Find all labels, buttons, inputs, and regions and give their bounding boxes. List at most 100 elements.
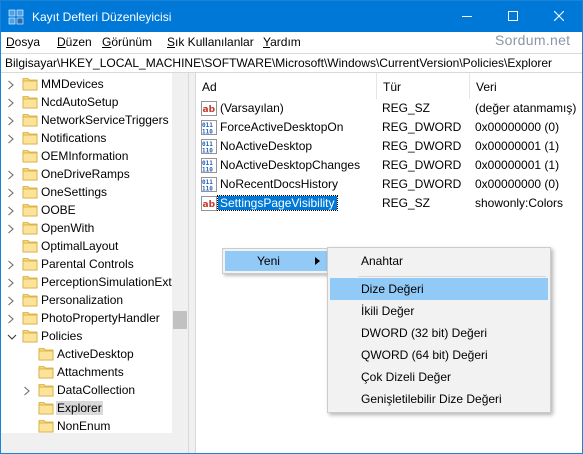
value-row[interactable]: 011 110 ForceActiveDesktopOn REG_DWORD 0x000… [196,118,582,137]
collapsed-chevron-icon[interactable] [7,115,15,126]
submenu-item-expandable-string-value[interactable]: Genişletilebilir Dize Değeri [330,388,548,410]
submenu-item-key[interactable]: Anahtar [330,250,548,272]
tree-node[interactable]: PerceptionSimulationExt [1,273,172,291]
title-bar[interactable]: Kayıt Defteri Düzenleyicisi [1,1,582,32]
menu-bar: Dosya Düzen Görünüm Sık Kullanılanlar Ya… [1,32,582,53]
tree-node[interactable]: OEMInformation [1,147,172,165]
collapsed-chevron-icon[interactable] [23,385,31,396]
key-tree: MMDevices NcdAutoSetup NetworkServiceTrigg… [1,73,188,433]
tree-node[interactable]: MMDevices [1,75,172,93]
maximize-button[interactable] [490,1,536,32]
tree-node[interactable]: Explorer [1,399,172,417]
value-name: ForceActiveDesktopOn [220,120,344,134]
no-expander [7,241,15,251]
folder-icon [22,220,38,235]
submenu-item-binary-value[interactable]: İkili Değer [330,300,548,322]
tree-node[interactable]: Notifications [1,129,172,147]
column-header-type[interactable]: Tür [377,73,470,99]
column-header-name[interactable]: Ad [196,73,377,99]
close-button[interactable] [536,1,582,32]
collapsed-chevron-icon[interactable] [7,205,15,216]
tree-node-label: OEMInformation [41,149,129,163]
tree-node[interactable]: OneSettings [1,183,172,201]
tree-node[interactable]: DataCollection [1,381,172,399]
folder-icon [22,76,38,91]
svg-text:110: 110 [202,129,213,136]
dword-value-icon: 011 110 [201,177,217,193]
minimize-icon [462,16,472,17]
watermark: Sordum.net [495,32,571,48]
submenu-item-multi-string-value[interactable]: Çok Dizeli Değer [330,366,548,388]
tree-node-label: Personalization [41,293,124,307]
svg-text:110: 110 [202,148,213,155]
collapsed-chevron-icon[interactable] [7,313,15,324]
submenu-item-label: DWORD (32 bit) Değeri [361,326,488,340]
maximize-icon [508,11,518,21]
tree-node[interactable]: Personalization [1,291,172,309]
menu-dosya[interactable]: Dosya [6,35,40,49]
menu-gorunum[interactable]: Görünüm [102,35,152,49]
value-row[interactable]: 011 110 NoActiveDesktopChanges REG_DWORD 0x0… [196,156,582,175]
tree-node-label: Explorer [56,401,103,415]
tree-node[interactable]: NonEnum [1,417,172,433]
regedit-window: Kayıt Defteri Düzenleyicisi Dosya Düzen … [0,0,583,454]
tree-node[interactable]: OneDriveRamps [1,165,172,183]
folder-icon [38,382,54,397]
submenu-item-dword-value[interactable]: DWORD (32 bit) Değeri [330,322,548,344]
value-data: 0x00000000 (0) [475,120,560,134]
tree-node-label: Notifications [41,131,107,145]
address-path[interactable]: Bilgisayar\HKEY_LOCAL_MACHINE\SOFTWARE\M… [5,56,552,70]
collapsed-chevron-icon[interactable] [7,295,15,306]
tree-node[interactable]: OOBE [1,201,172,219]
tree-node[interactable]: NcdAutoSetup [1,93,172,111]
submenu-separator [358,276,546,277]
tree-node[interactable]: NetworkServiceTriggers [1,111,172,129]
value-row[interactable]: 011 110 NoActiveDesktop REG_DWORD 0x00000001… [196,137,582,156]
menu-duzen[interactable]: Düzen [57,35,92,49]
tree-node-label: NetworkServiceTriggers [41,113,169,127]
collapsed-chevron-icon[interactable] [7,169,15,180]
value-row[interactable]: ab SettingsPageVisibility REG_SZ showonly:C… [196,194,582,213]
collapsed-chevron-icon[interactable] [7,259,15,270]
value-row[interactable]: ab (Varsayılan) REG_SZ (değer atanmamış) [196,99,582,118]
value-name: NoRecentDocsHistory [220,177,339,191]
svg-text:110: 110 [202,186,213,193]
collapsed-chevron-icon[interactable] [7,223,15,234]
tree-node-label: OneSettings [41,185,108,199]
tree-node[interactable]: OptimalLayout [1,237,172,255]
collapsed-chevron-icon[interactable] [7,79,15,90]
close-icon [554,11,564,21]
menu-item-new[interactable]: Yeni [225,251,327,271]
pane-splitter[interactable] [188,73,196,453]
folder-icon [22,148,38,163]
tree-scroll-thumb[interactable] [173,311,187,329]
collapsed-chevron-icon[interactable] [7,97,15,108]
tree-node[interactable]: Policies [1,327,172,345]
menu-yardim[interactable]: Yardım [263,35,301,49]
value-row[interactable]: 011 110 NoRecentDocsHistory REG_DWORD 0x0000… [196,175,582,194]
string-value-icon: ab [201,101,217,116]
folder-icon [22,130,38,145]
submenu-item-string-value[interactable]: Dize Değeri [330,278,548,300]
tree-node[interactable]: PhotoPropertyHandler [1,309,172,327]
collapsed-chevron-icon[interactable] [7,187,15,198]
expanded-chevron-icon[interactable] [7,331,17,341]
tree-node[interactable]: ActiveDesktop [1,345,172,363]
tree-node[interactable]: Parental Controls [1,255,172,273]
menu-sik-kullanilanlar[interactable]: Sık Kullanılanlar [167,35,254,49]
folder-icon [22,328,38,343]
tree-node[interactable]: OpenWith [1,219,172,237]
collapsed-chevron-icon[interactable] [7,277,15,288]
collapsed-chevron-icon[interactable] [7,133,15,144]
submenu-item-qword-value[interactable]: QWORD (64 bit) Değeri [330,344,548,366]
tree-node-label: MMDevices [41,77,104,91]
address-bar[interactable]: Bilgisayar\HKEY_LOCAL_MACHINE\SOFTWARE\M… [1,53,582,73]
tree-horizontal-scrollbar[interactable] [1,433,188,453]
column-header-data[interactable]: Veri [470,73,582,99]
tree-vertical-scrollbar[interactable] [172,73,188,433]
dword-value-icon: 011 110 [201,158,217,174]
minimize-button[interactable] [444,1,490,32]
tree-node[interactable]: Attachments [1,363,172,381]
svg-text:ab: ab [203,200,216,210]
tree-node-label: OOBE [41,203,76,217]
